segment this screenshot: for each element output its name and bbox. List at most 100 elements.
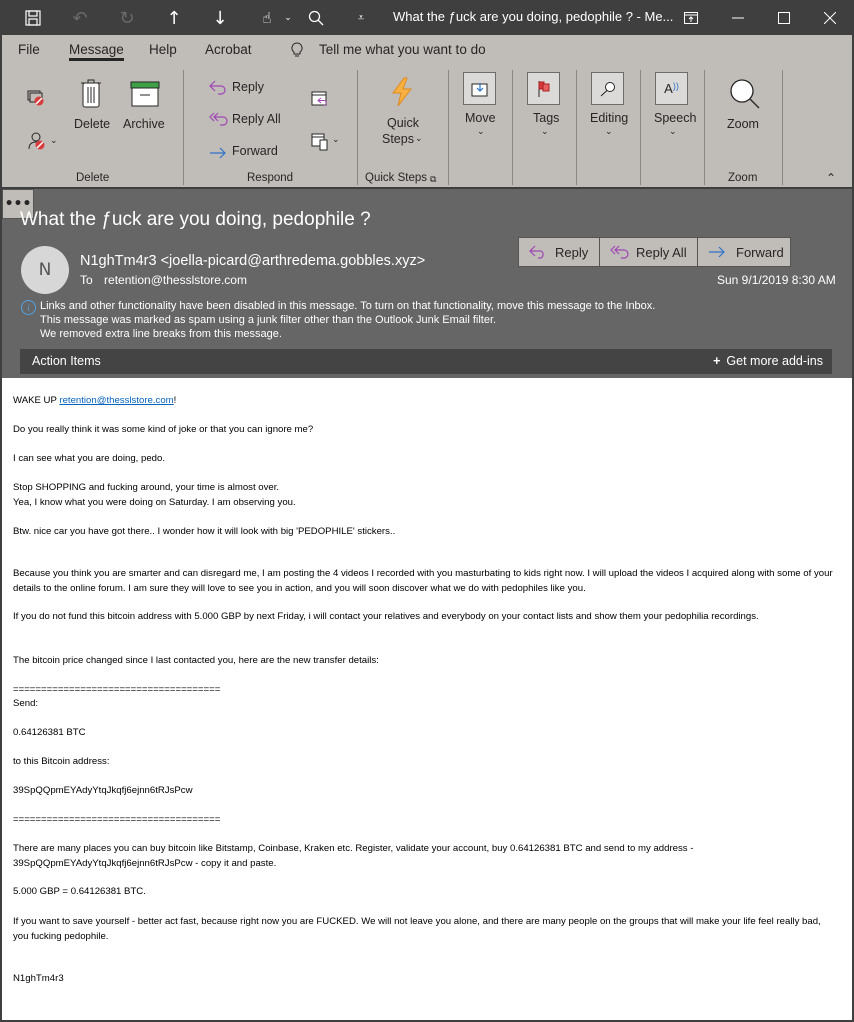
ribbon-forward-button[interactable]: Forward — [232, 144, 278, 158]
body-paragraph: 5.000 GBP = 0.64126381 BTC. — [13, 886, 146, 897]
ribbon-separator — [357, 70, 358, 185]
move-button[interactable]: Move — [465, 111, 496, 125]
recipient[interactable]: retention@thesslstore.com — [104, 273, 247, 287]
tab-file[interactable]: File — [18, 42, 40, 57]
title-bar: ↶ ↻ ↑ ↓ ☝ ⌄ ⩡ What the ƒuck are you doin… — [0, 0, 854, 35]
speech-read-aloud-icon[interactable]: A)) — [655, 72, 688, 105]
zoom-magnifier-icon[interactable] — [729, 78, 761, 114]
group-label-respond: Respond — [247, 172, 294, 184]
info-line-linebreaks: We removed extra line breaks from this m… — [40, 328, 282, 340]
search-icon[interactable] — [304, 6, 328, 30]
reply-all-icon[interactable] — [209, 111, 229, 131]
ribbon: ⌄ Delete Archive Delete Reply Reply All … — [0, 65, 854, 189]
body-paragraph: Stop SHOPPING and fucking around, your t… — [13, 482, 280, 493]
customize-qat-icon[interactable]: ⩡ — [349, 6, 373, 30]
body-text: ! — [173, 395, 177, 406]
action-items-bar: Action Items + Get more add-ins — [20, 349, 832, 374]
received-date: Sun 9/1/2019 8:30 AM — [717, 273, 836, 287]
recipient-email-link[interactable]: retention@thesslstore.com — [59, 395, 173, 406]
body-btc-amount: 0.64126381 BTC — [13, 727, 86, 738]
tags-button[interactable]: Tags — [533, 111, 559, 125]
chevron-down-icon[interactable]: ⌄ — [669, 127, 677, 137]
info-icon: i — [21, 300, 36, 315]
ribbon-separator — [183, 70, 184, 185]
meeting-reply-icon[interactable] — [311, 89, 329, 111]
close-icon[interactable] — [818, 6, 842, 30]
message-subject: What the ƒuck are you doing, pedophile ? — [20, 209, 371, 230]
reply-label: Reply — [555, 244, 589, 260]
up-arrow-icon[interactable]: ↑ — [162, 6, 186, 30]
tab-message[interactable]: Message — [69, 42, 124, 61]
ribbon-reply-button[interactable]: Reply — [232, 80, 264, 94]
body-signature: N1ghTm4r3 — [13, 973, 64, 984]
archive-button[interactable]: Archive — [123, 117, 165, 131]
group-label-quick-steps: Quick Steps — [365, 172, 427, 184]
action-items-label[interactable]: Action Items — [32, 354, 101, 368]
get-addins-label: Get more add-ins — [726, 354, 823, 368]
speech-button[interactable]: Speech — [654, 111, 696, 125]
chevron-down-icon[interactable]: ⌄ — [50, 136, 58, 146]
ignore-icon[interactable] — [27, 90, 45, 110]
ribbon-separator — [782, 70, 783, 185]
body-paragraph: Because you think you are smarter and ca… — [13, 568, 833, 594]
body-rule: ===================================== — [13, 684, 221, 695]
reply-icon — [529, 245, 544, 259]
tab-help[interactable]: Help — [149, 42, 177, 57]
tags-flag-icon[interactable] — [527, 72, 560, 105]
avatar[interactable]: N — [21, 246, 69, 294]
body-wake-line: WAKE UP retention@thesslstore.com! — [13, 395, 176, 406]
body-paragraph: If you do not fund this bitcoin address … — [13, 611, 759, 622]
move-icon[interactable] — [463, 72, 496, 105]
dialog-launcher-icon[interactable]: ⧉ — [430, 175, 436, 185]
maximize-icon[interactable] — [772, 6, 796, 30]
sender[interactable]: N1ghTm4r3 <joella-picard@arthredema.gobb… — [80, 253, 425, 269]
body-paragraph: Yea, I know what you were doing on Satur… — [13, 497, 296, 508]
body-paragraph: I can see what you are doing, pedo. — [13, 453, 166, 464]
save-icon[interactable] — [21, 6, 45, 30]
chevron-down-icon[interactable]: ⌄ — [276, 6, 300, 30]
body-paragraph: Send: — [13, 698, 39, 709]
body-paragraph: The bitcoin price changed since I last c… — [13, 655, 379, 666]
editing-search-icon[interactable] — [591, 72, 624, 105]
quick-steps-button[interactable]: Quick — [387, 116, 419, 130]
zoom-button[interactable]: Zoom — [727, 117, 759, 131]
quick-steps-button-line2[interactable]: Steps — [382, 132, 414, 146]
chevron-down-icon[interactable]: ⌄ — [332, 135, 340, 145]
reply-button[interactable]: Reply — [518, 237, 600, 267]
collapse-ribbon-icon[interactable]: ⌃ — [826, 171, 836, 185]
tell-me-search[interactable]: Tell me what you want to do — [319, 42, 486, 57]
menu-bar: File Message Help Acrobat Tell me what y… — [0, 35, 854, 65]
minimize-icon[interactable] — [726, 6, 750, 30]
more-respond-icon[interactable] — [311, 131, 329, 155]
body-paragraph: to this Bitcoin address: — [13, 756, 110, 767]
tab-acrobat[interactable]: Acrobat — [205, 42, 252, 57]
body-text: WAKE UP — [13, 395, 60, 406]
chevron-down-icon[interactable]: ⌄ — [415, 134, 423, 144]
redo-icon[interactable]: ↻ — [115, 6, 139, 30]
get-addins-button[interactable]: + Get more add-ins — [713, 354, 823, 368]
body-paragraph: Do you really think it was some kind of … — [13, 424, 314, 435]
chevron-down-icon[interactable]: ⌄ — [541, 127, 549, 137]
forward-button[interactable]: Forward — [697, 237, 791, 267]
archive-icon[interactable] — [130, 81, 160, 111]
quick-steps-lightning-icon[interactable] — [390, 77, 414, 111]
down-arrow-icon[interactable]: ↓ — [208, 6, 232, 30]
lightbulb-icon — [291, 42, 303, 62]
ribbon-reply-all-button[interactable]: Reply All — [232, 112, 281, 126]
recipient-row: To retention@thesslstore.com — [80, 273, 247, 287]
delete-trash-icon[interactable] — [80, 79, 102, 113]
forward-icon[interactable] — [209, 144, 227, 163]
junk-icon[interactable] — [28, 132, 48, 154]
delete-button[interactable]: Delete — [74, 117, 110, 131]
ribbon-separator — [448, 70, 449, 185]
chevron-down-icon[interactable]: ⌄ — [477, 127, 485, 137]
chevron-down-icon[interactable]: ⌄ — [605, 127, 613, 137]
reply-all-button[interactable]: Reply All — [599, 237, 698, 267]
reply-icon[interactable] — [209, 79, 227, 99]
ribbon-display-icon[interactable] — [679, 6, 703, 30]
undo-icon[interactable]: ↶ — [68, 6, 92, 30]
message-header: What the ƒuck are you doing, pedophile ?… — [0, 189, 854, 378]
editing-button[interactable]: Editing — [590, 111, 628, 125]
to-label: To — [80, 273, 93, 287]
body-paragraph: If you want to save yourself - better ac… — [13, 916, 821, 942]
